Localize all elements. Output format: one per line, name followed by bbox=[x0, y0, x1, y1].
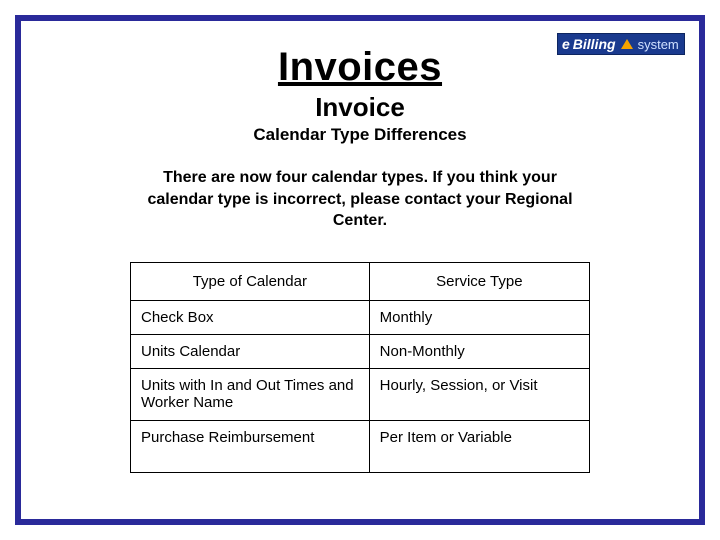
logo-e: e bbox=[562, 36, 570, 52]
cell-type: Check Box bbox=[131, 300, 370, 334]
ebilling-logo: e Billing system bbox=[557, 33, 685, 55]
cell-type: Units Calendar bbox=[131, 334, 370, 368]
cell-service: Monthly bbox=[369, 300, 589, 334]
table-row: Units Calendar Non-Monthly bbox=[131, 334, 590, 368]
cell-service: Hourly, Session, or Visit bbox=[369, 368, 589, 420]
header-service-type: Service Type bbox=[369, 262, 589, 300]
page-section-title: Calendar Type Differences bbox=[61, 125, 659, 145]
table-header-row: Type of Calendar Service Type bbox=[131, 262, 590, 300]
cell-service: Per Item or Variable bbox=[369, 420, 589, 472]
header-type-of-calendar: Type of Calendar bbox=[131, 262, 370, 300]
table-row: Purchase Reimbursement Per Item or Varia… bbox=[131, 420, 590, 472]
cell-type: Purchase Reimbursement bbox=[131, 420, 370, 472]
table-row: Units with In and Out Times and Worker N… bbox=[131, 368, 590, 420]
table-row: Check Box Monthly bbox=[131, 300, 590, 334]
slide-frame: e Billing system Invoices Invoice Calend… bbox=[15, 15, 705, 525]
logo-triangle-icon bbox=[621, 39, 633, 49]
cell-service: Non-Monthly bbox=[369, 334, 589, 368]
logo-system: system bbox=[638, 37, 679, 52]
logo-billing: Billing bbox=[573, 36, 616, 52]
intro-paragraph: There are now four calendar types. If yo… bbox=[130, 167, 590, 232]
cell-type: Units with In and Out Times and Worker N… bbox=[131, 368, 370, 420]
calendar-type-table: Type of Calendar Service Type Check Box … bbox=[130, 262, 590, 473]
page-subtitle: Invoice bbox=[61, 92, 659, 123]
